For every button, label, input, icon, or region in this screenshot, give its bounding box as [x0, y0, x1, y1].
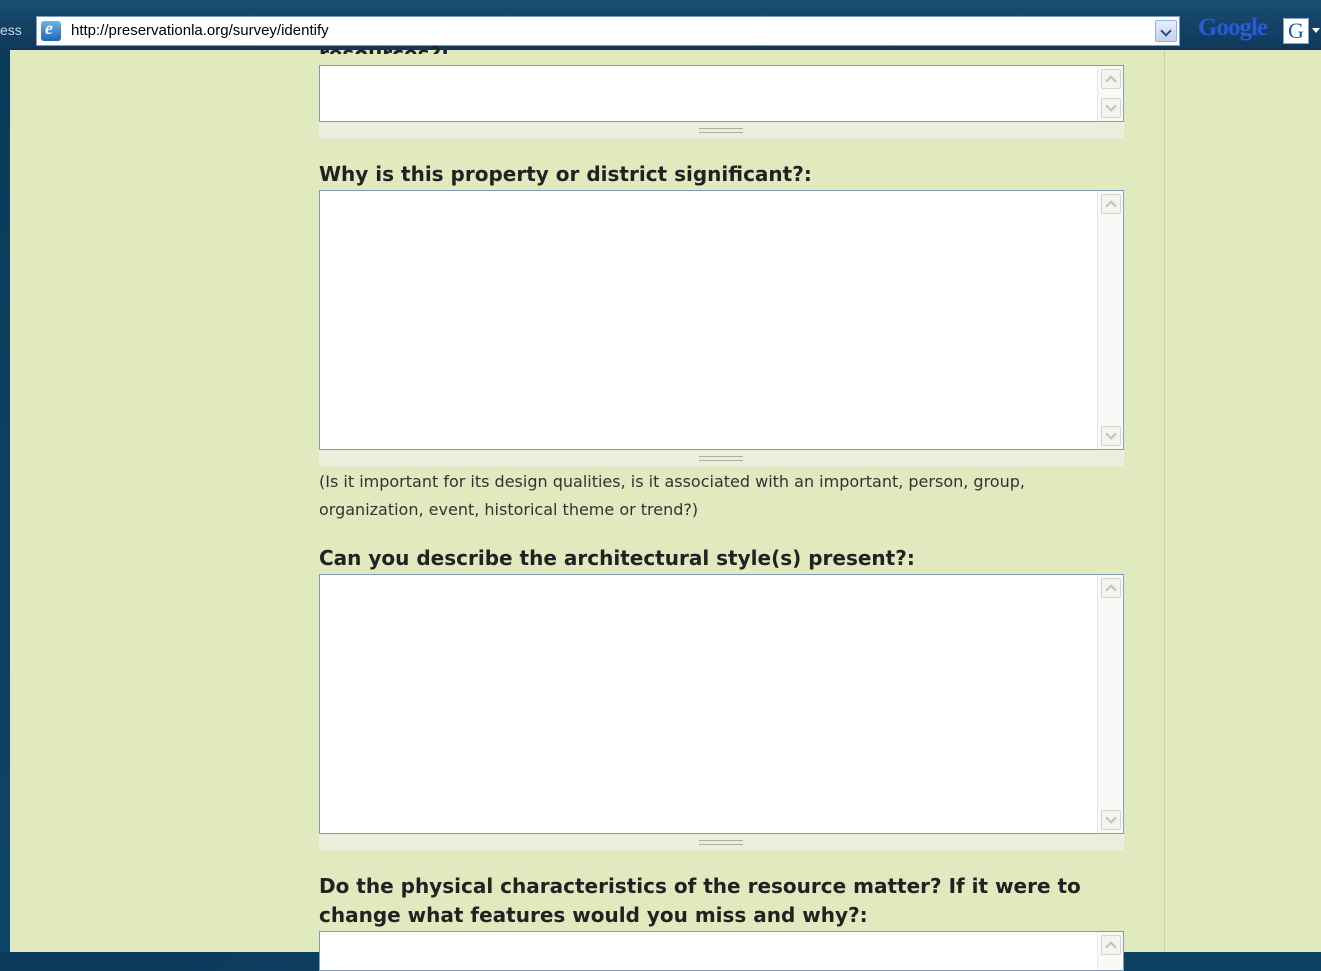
google-search-button[interactable]: G — [1283, 18, 1309, 44]
url-dropdown-button[interactable] — [1155, 20, 1177, 42]
previous-field-label: resources?: — [319, 42, 450, 54]
architectural-style-textarea[interactable] — [319, 574, 1124, 834]
scrollbar[interactable] — [1097, 575, 1123, 833]
scrollbar[interactable] — [1097, 932, 1123, 970]
resize-grip[interactable] — [319, 122, 1124, 139]
scroll-up-icon[interactable] — [1101, 69, 1121, 89]
previous-textarea[interactable] — [319, 65, 1124, 122]
column-divider — [1164, 50, 1165, 952]
scroll-up-icon[interactable] — [1101, 194, 1121, 214]
significance-label: Why is this property or district signifi… — [319, 162, 812, 186]
significance-help-text: (Is it important for its design qualitie… — [319, 472, 1025, 519]
significance-textarea[interactable] — [319, 190, 1124, 450]
scroll-up-icon[interactable] — [1101, 578, 1121, 598]
physical-characteristics-label: Do the physical characteristics of the r… — [319, 874, 1081, 927]
page-content: resources?: Why is this property or dist… — [10, 42, 1321, 971]
architectural-style-label: Can you describe the architectural style… — [319, 546, 915, 570]
url-text[interactable]: http://preservationla.org/survey/identif… — [71, 22, 329, 39]
scroll-down-icon[interactable] — [1101, 98, 1121, 118]
scrollbar[interactable] — [1097, 66, 1123, 121]
url-field[interactable]: http://preservationla.org/survey/identif… — [36, 16, 1180, 46]
address-label: ess — [0, 22, 22, 38]
resize-grip[interactable] — [319, 450, 1124, 467]
ie-page-icon — [41, 18, 61, 41]
scroll-up-icon[interactable] — [1101, 935, 1121, 955]
browser-address-bar: ess http://preservationla.org/survey/ide… — [0, 0, 1321, 50]
resize-grip[interactable] — [319, 834, 1124, 851]
scroll-down-icon[interactable] — [1101, 426, 1121, 446]
scroll-down-icon[interactable] — [1101, 810, 1121, 830]
google-menu-arrow-icon[interactable] — [1312, 28, 1320, 33]
scrollbar[interactable] — [1097, 191, 1123, 449]
physical-characteristics-textarea[interactable] — [319, 931, 1124, 971]
google-toolbar-logo: Google — [1198, 14, 1268, 41]
